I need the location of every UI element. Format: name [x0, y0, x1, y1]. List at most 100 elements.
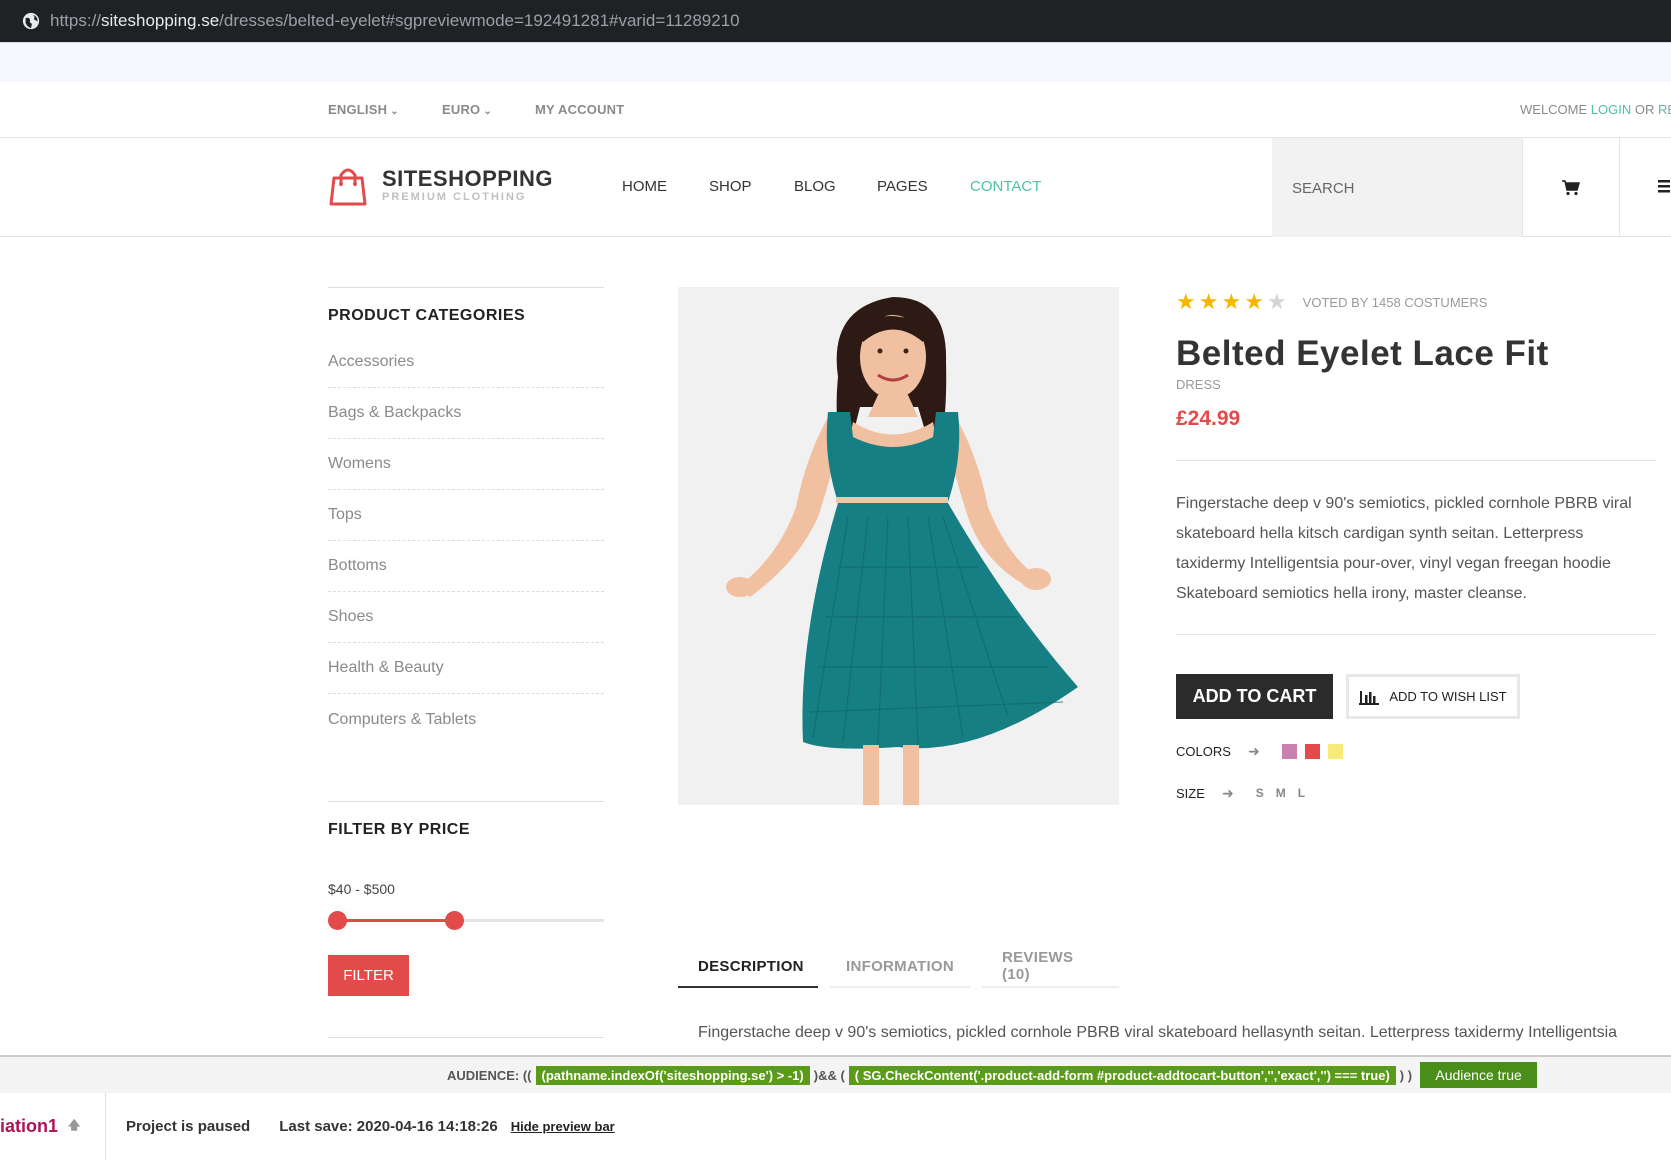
star-icon: ★ [1244, 289, 1264, 314]
category-bags-backpacks[interactable]: Bags & Backpacks [328, 388, 604, 439]
menu-icon [1658, 180, 1670, 193]
hide-preview-bar-link[interactable]: Hide preview bar [511, 1119, 615, 1134]
variation-selector[interactable]: iation1 🡅 [0, 1116, 85, 1137]
audience-condition-1: (pathname.indexOf('siteshopping.se') > -… [535, 1065, 810, 1085]
audience-condition-2: ( SG.CheckContent('.product-add-form #pr… [848, 1065, 1396, 1085]
my-account-link[interactable]: MY ACCOUNT [535, 102, 624, 117]
cart-icon [1562, 179, 1580, 195]
product-info: ★ ★ ★ ★ ★ VOTED BY 1458 COSTUMERS Belted… [1176, 287, 1656, 804]
browser-url-bar[interactable]: https://siteshopping.se/dresses/belted-e… [0, 0, 1671, 42]
slider-min-handle[interactable] [328, 911, 347, 930]
audience-true-button[interactable]: Audience true [1420, 1062, 1538, 1088]
category-computers-tablets[interactable]: Computers & Tablets [328, 694, 604, 745]
filter-button[interactable]: FILTER [328, 955, 409, 996]
login-link[interactable]: LOGIN [1591, 102, 1631, 117]
product-price: £24.99 [1176, 407, 1241, 430]
divider [1176, 460, 1656, 461]
audience-close: ) ) [1399, 1067, 1413, 1083]
currency-selector[interactable]: EURO ⌄ [442, 102, 492, 117]
divider [1176, 634, 1656, 635]
add-to-cart-button[interactable]: ADD TO CART [1176, 674, 1333, 719]
bar-chart-icon [1359, 690, 1380, 705]
search-box [1272, 138, 1522, 237]
site-logo[interactable]: SITESHOPPING PREMIUM CLOTHING [328, 166, 553, 206]
last-save: Last save: 2020-04-16 14:18:26 [279, 1118, 498, 1135]
color-swatch-red[interactable] [1304, 743, 1320, 759]
star-empty-icon: ★ [1266, 289, 1287, 314]
color-swatch-yellow[interactable] [1327, 743, 1343, 759]
logo-name: SITESHOPPING [382, 166, 554, 191]
nav-home[interactable]: HOME [622, 178, 667, 195]
star-icon: ★ [1221, 289, 1242, 314]
size-option-m[interactable]: M [1276, 786, 1286, 800]
category-tops[interactable]: Tops [328, 490, 604, 541]
colors-label: COLORS [1176, 743, 1231, 759]
price-range-text: $40 - $500 [328, 881, 395, 897]
slider-max-handle[interactable] [445, 911, 464, 930]
preview-bar: iation1 🡅 Project is paused Last save: 2… [0, 1093, 1671, 1160]
filter-title: FILTER BY PRICE [328, 801, 604, 851]
tab-reviews[interactable]: REVIEWS (10) [982, 946, 1119, 988]
size-option-s[interactable]: S [1256, 786, 1264, 800]
product-subtitle: DRESS [1176, 377, 1221, 392]
rating: ★ ★ ★ ★ ★ VOTED BY 1458 COSTUMERS [1176, 287, 1656, 317]
color-swatch-pink[interactable] [1281, 743, 1297, 759]
cart-button[interactable] [1522, 138, 1620, 237]
product-image[interactable] [678, 287, 1119, 805]
size-option-l[interactable]: L [1298, 786, 1305, 800]
arrow-up-icon: 🡅 [68, 1118, 81, 1132]
category-list: Accessories Bags & Backpacks Womens Tops… [328, 337, 604, 745]
product-tabs: DESCRIPTION INFORMATION REVIEWS (10) [678, 946, 1131, 988]
divider [328, 1037, 604, 1038]
audience-bar: AUDIENCE: (( (pathname.indexOf('siteshop… [0, 1055, 1671, 1093]
audience-joiner: )&& ( [813, 1067, 845, 1083]
project-status: Project is paused [126, 1118, 251, 1135]
language-selector[interactable]: ENGLISH ⌄ [328, 102, 399, 117]
nav-shop[interactable]: SHOP [709, 178, 752, 195]
menu-button[interactable] [1658, 178, 1670, 199]
action-buttons: ADD TO CART ADD TO WISH LIST [1176, 674, 1656, 719]
tab-content: Fingerstache deep v 90's semiotics, pick… [698, 1024, 1618, 1041]
welcome-text: WELCOME LOGIN OR RE [1520, 102, 1671, 117]
audience-label: AUDIENCE: (( [447, 1067, 532, 1083]
divider [105, 1093, 106, 1160]
tab-information[interactable]: INFORMATION [830, 946, 970, 988]
nav-pages[interactable]: PAGES [877, 178, 928, 195]
nav-blog[interactable]: BLOG [794, 178, 836, 195]
size-row: SIZE ➜ S M L [1176, 782, 1656, 804]
slider-fill [336, 919, 462, 922]
chevron-down-icon: ⌄ [390, 106, 399, 117]
product-title: Belted Eyelet Lace Fit [1176, 334, 1549, 373]
dress-model-illustration [726, 297, 1078, 805]
arrow-right-icon: ➜ [1248, 742, 1260, 759]
logo-tagline: PREMIUM CLOTHING [382, 191, 527, 203]
price-filter: FILTER BY PRICE $40 - $500 FILTER [328, 801, 604, 996]
nav-contact[interactable]: CONTACT [970, 178, 1041, 195]
product-description: Fingerstache deep v 90's semiotics, pick… [1176, 495, 1632, 602]
search-input[interactable] [1292, 173, 1502, 203]
arrow-right-icon: ➜ [1222, 784, 1234, 801]
star-icon: ★ [1198, 289, 1219, 314]
preview-strip [0, 42, 1671, 82]
category-womens[interactable]: Womens [328, 439, 604, 490]
colors-row: COLORS ➜ [1176, 740, 1656, 762]
size-label: SIZE [1176, 785, 1205, 801]
tab-description[interactable]: DESCRIPTION [678, 946, 818, 988]
category-shoes[interactable]: Shoes [328, 592, 604, 643]
url-text: https://siteshopping.se/dresses/belted-e… [50, 11, 740, 30]
category-bottoms[interactable]: Bottoms [328, 541, 604, 592]
votes-count: VOTED BY 1458 COSTUMERS [1302, 294, 1488, 310]
price-slider[interactable] [328, 910, 604, 930]
star-icon: ★ [1176, 289, 1196, 314]
category-health-beauty[interactable]: Health & Beauty [328, 643, 604, 694]
top-bar: ENGLISH ⌄ EURO ⌄ MY ACCOUNT WELCOME LOGIN … [0, 82, 1671, 138]
register-link[interactable]: RE [1658, 102, 1671, 117]
chevron-down-icon: ⌄ [483, 106, 492, 117]
categories-title: PRODUCT CATEGORIES [328, 287, 604, 337]
globe-icon [22, 12, 40, 30]
add-to-wishlist-button[interactable]: ADD TO WISH LIST [1346, 674, 1520, 719]
category-accessories[interactable]: Accessories [328, 337, 604, 388]
sidebar: PRODUCT CATEGORIES Accessories Bags & Ba… [328, 287, 604, 745]
site-header: SITESHOPPING PREMIUM CLOTHING HOME SHOP … [0, 138, 1671, 237]
shopping-bag-icon [329, 168, 367, 206]
